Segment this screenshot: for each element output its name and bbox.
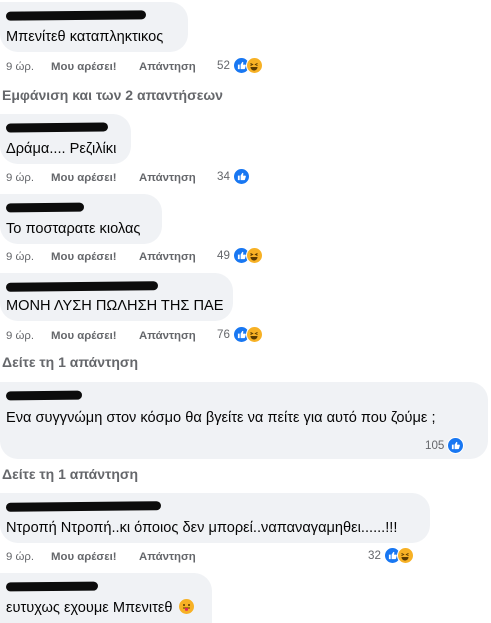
like-button[interactable]: Μου αρέσει!	[51, 171, 117, 185]
haha-icon	[396, 547, 414, 564]
comment-text: Μπενίτεθ καταπληκτικος	[6, 29, 164, 45]
reply-button[interactable]: Απάντηση	[139, 250, 196, 264]
comment-time[interactable]: 9 ώρ.	[6, 550, 34, 564]
reaction-count: 52	[217, 59, 230, 72]
haha-icon	[245, 57, 263, 74]
comment-text: ευτυχως εχουμε Μπενιτεθ	[6, 599, 194, 617]
show-replies-link[interactable]: Εμφάνιση και των 2 απαντήσεων	[2, 87, 223, 103]
redacted-author-name	[5, 501, 162, 512]
like-icon	[232, 168, 250, 185]
redacted-author-name	[5, 202, 85, 213]
comment-bubble[interactable]: ΜΟΝΗ ΛΥΣΗ ΠΩΛΗΣΗ ΤΗΣ ΠΑΕ	[0, 273, 233, 321]
reaction-summary[interactable]: 76	[217, 326, 263, 343]
comment-bubble[interactable]: Μπενίτεθ καταπληκτικος	[0, 2, 188, 52]
comment-bubble[interactable]: Το ποσταρατε κιολας	[0, 194, 162, 244]
comment-time[interactable]: 9 ώρ.	[6, 329, 34, 343]
comment-time[interactable]: 9 ώρ.	[6, 171, 34, 185]
comment-bubble[interactable]: Δράμα.... Ρεζιλίκι	[0, 114, 131, 164]
comment-text: Ντροπή Ντροπή..κι όποιος δεν μπορεί..ναπ…	[6, 520, 398, 536]
reply-button[interactable]: Απάντηση	[139, 171, 196, 185]
comment-text: ΜΟΝΗ ΛΥΣΗ ΠΩΛΗΣΗ ΤΗΣ ΠΑΕ	[6, 298, 224, 314]
comment-bubble[interactable]: Ενα συγγνώμη στον κόσμο θα βγείτε να πεί…	[0, 382, 488, 459]
reaction-summary[interactable]: 32	[368, 547, 414, 564]
redacted-author-name	[5, 390, 83, 401]
comment-text-content: ευτυχως εχουμε Μπενιτεθ	[6, 600, 173, 616]
like-button[interactable]: Μου αρέσει!	[51, 550, 117, 564]
see-reply-link[interactable]: Δείτε τη 1 απάντηση	[2, 354, 138, 370]
like-button[interactable]: Μου αρέσει!	[51, 329, 117, 343]
redacted-author-name	[5, 581, 99, 592]
tongue-out-emoji	[178, 599, 194, 614]
haha-icon	[245, 247, 263, 264]
reaction-summary[interactable]: 34	[217, 168, 250, 185]
reaction-count: 76	[217, 328, 230, 341]
redacted-author-name	[5, 281, 159, 292]
reaction-count: 34	[217, 170, 230, 183]
reaction-summary[interactable]: 52	[217, 57, 263, 74]
reaction-summary[interactable]: 105	[425, 437, 465, 454]
reply-button[interactable]: Απάντηση	[139, 60, 196, 74]
like-button[interactable]: Μου αρέσει!	[51, 60, 117, 74]
reply-button[interactable]: Απάντηση	[139, 550, 196, 564]
comment-time[interactable]: 9 ώρ.	[6, 60, 34, 74]
comment-bubble[interactable]: ευτυχως εχουμε Μπενιτεθ	[0, 573, 212, 623]
reaction-summary[interactable]: 49	[217, 247, 263, 264]
see-reply-link[interactable]: Δείτε τη 1 απάντηση	[2, 466, 138, 482]
reaction-count: 105	[425, 439, 445, 452]
comment-text: Το ποσταρατε κιολας	[6, 221, 141, 237]
like-button[interactable]: Μου αρέσει!	[51, 250, 117, 264]
haha-icon	[245, 326, 263, 343]
reply-button[interactable]: Απάντηση	[139, 329, 196, 343]
comment-text: Δράμα.... Ρεζιλίκι	[6, 141, 117, 157]
comment-text: Ενα συγγνώμη στον κόσμο θα βγείτε να πεί…	[6, 410, 436, 426]
redacted-author-name	[5, 122, 109, 133]
reaction-count: 49	[217, 249, 230, 262]
comment-bubble[interactable]: Ντροπή Ντροπή..κι όποιος δεν μπορεί..ναπ…	[0, 493, 430, 543]
like-icon	[447, 437, 465, 454]
reaction-count: 32	[368, 549, 381, 562]
comment-time[interactable]: 9 ώρ.	[6, 250, 34, 264]
redacted-author-name	[5, 10, 147, 21]
